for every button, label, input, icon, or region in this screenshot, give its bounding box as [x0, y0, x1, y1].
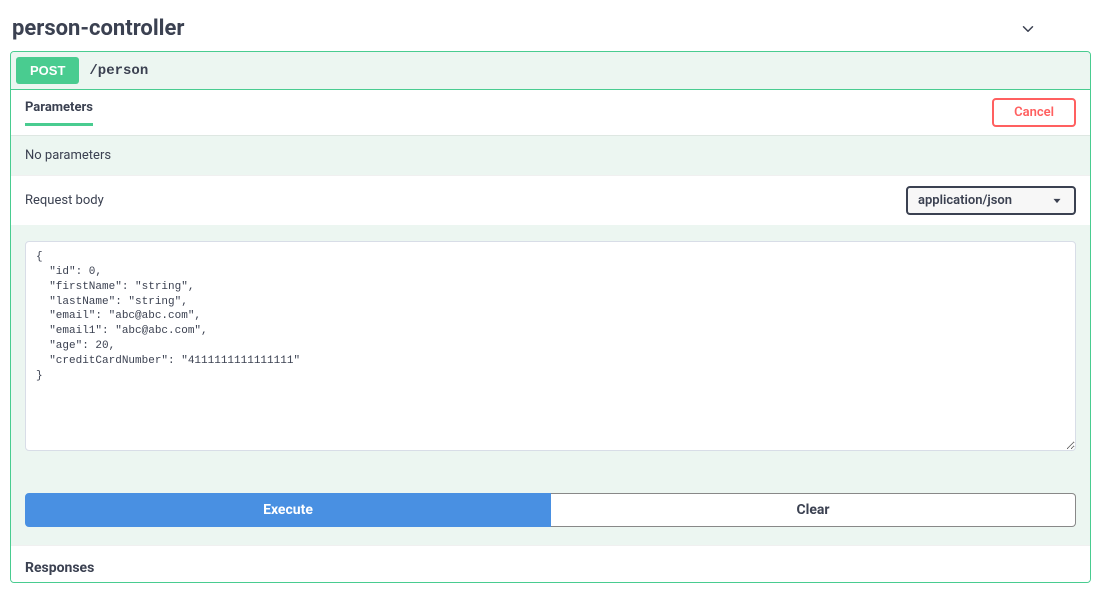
action-button-row: Execute Clear [11, 475, 1090, 545]
operation-block: POST /person Parameters Cancel No parame… [10, 51, 1091, 583]
tag-title: person-controller [12, 16, 184, 41]
request-body-textarea[interactable] [25, 241, 1076, 451]
request-body-editor-wrap [11, 225, 1090, 475]
request-body-label: Request body [25, 193, 104, 208]
parameters-header: Parameters Cancel [11, 90, 1090, 135]
clear-button[interactable]: Clear [551, 493, 1076, 527]
responses-header: Responses [11, 545, 1090, 582]
operation-summary[interactable]: POST /person [11, 52, 1090, 90]
cancel-button[interactable]: Cancel [992, 98, 1076, 127]
tag-header[interactable]: person-controller [10, 10, 1091, 51]
content-type-select[interactable]: application/json [906, 186, 1076, 215]
no-parameters-message: No parameters [11, 135, 1090, 175]
responses-title: Responses [25, 560, 1076, 576]
http-method-badge: POST [16, 57, 79, 84]
request-body-header: Request body application/json [11, 175, 1090, 225]
chevron-down-icon[interactable] [1019, 20, 1037, 38]
execute-button[interactable]: Execute [25, 493, 551, 527]
endpoint-path: /person [89, 63, 148, 79]
parameters-tab[interactable]: Parameters [25, 100, 93, 126]
